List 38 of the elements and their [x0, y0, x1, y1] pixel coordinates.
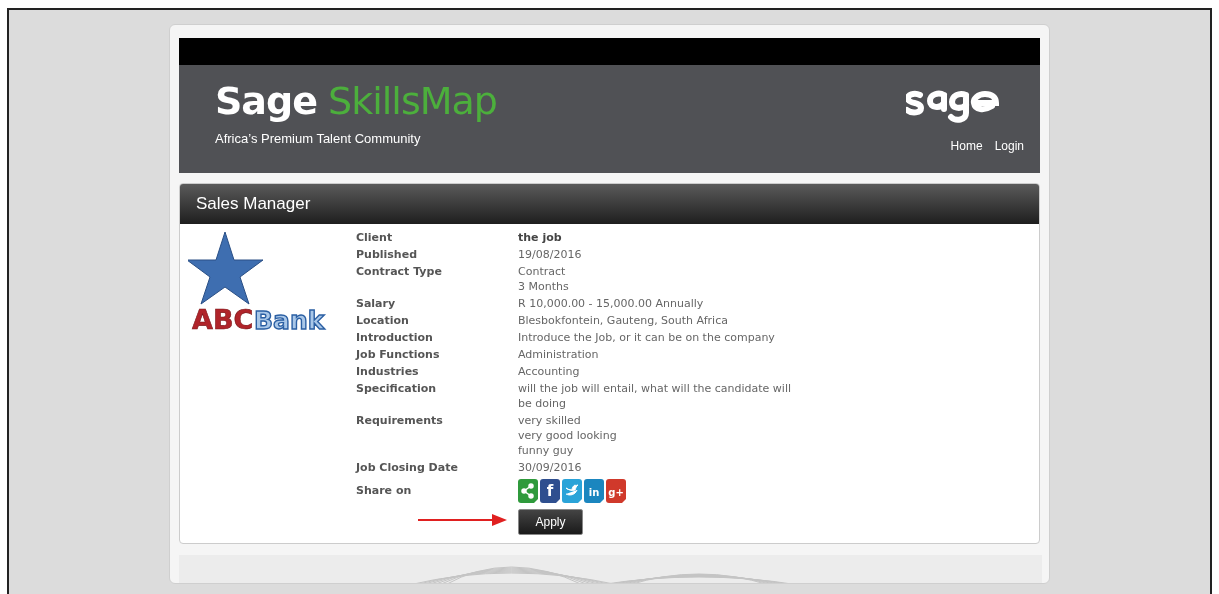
apply-button[interactable]: Apply	[518, 509, 583, 535]
field-value: 19/08/2016	[518, 247, 583, 262]
field-label: Specification	[356, 381, 438, 397]
tagline: Africa’s Premium Talent Community	[215, 131, 422, 146]
field-label: Job Closing Date	[356, 460, 459, 475]
company-logo: ABCBank	[188, 230, 328, 334]
linkedin-icon[interactable]: in	[584, 479, 604, 503]
field-value: 30/09/2016	[518, 460, 583, 475]
field-label: Client	[356, 230, 394, 245]
field-value: Blesbokfontein, Gauteng, South Africa	[518, 313, 729, 328]
field-label: Share on	[356, 482, 413, 498]
field-value: 3 Months	[518, 279, 570, 294]
field-value: Administration	[518, 347, 600, 362]
field-label: Industries	[356, 364, 420, 379]
field-value: Contract	[518, 264, 567, 279]
field-label: Contract Type	[356, 264, 443, 280]
field-label: Location	[356, 313, 410, 328]
nav-link[interactable]: Home	[950, 139, 983, 153]
share-icon[interactable]	[518, 479, 538, 503]
field-value: R 10,000.00 - 15,000.00 Annually	[518, 296, 705, 311]
field-value: Accounting	[518, 364, 581, 379]
twitter-icon[interactable]	[562, 479, 582, 503]
nav-link[interactable]: Login	[994, 139, 1024, 153]
field-label: Job Functions	[356, 347, 441, 362]
field-label: Published	[356, 247, 419, 262]
field-value: very skilled	[518, 413, 582, 428]
field-value: very good looking	[518, 428, 618, 443]
field-label: Requirements	[356, 413, 444, 429]
field-label: Salary	[356, 296, 397, 311]
field-value: Introduce the Job, or it can be on the company	[518, 330, 776, 345]
site-logo: Sage SkillsMap	[215, 79, 497, 123]
facebook-icon[interactable]: f	[540, 479, 560, 503]
googleplus-icon[interactable]: g+	[606, 479, 626, 503]
field-value: the job	[518, 230, 563, 245]
field-label: Introduction	[356, 330, 434, 345]
field-value: funny guy	[518, 443, 575, 458]
arrow-icon	[418, 512, 508, 528]
job-title: Sales Manager	[196, 194, 311, 214]
